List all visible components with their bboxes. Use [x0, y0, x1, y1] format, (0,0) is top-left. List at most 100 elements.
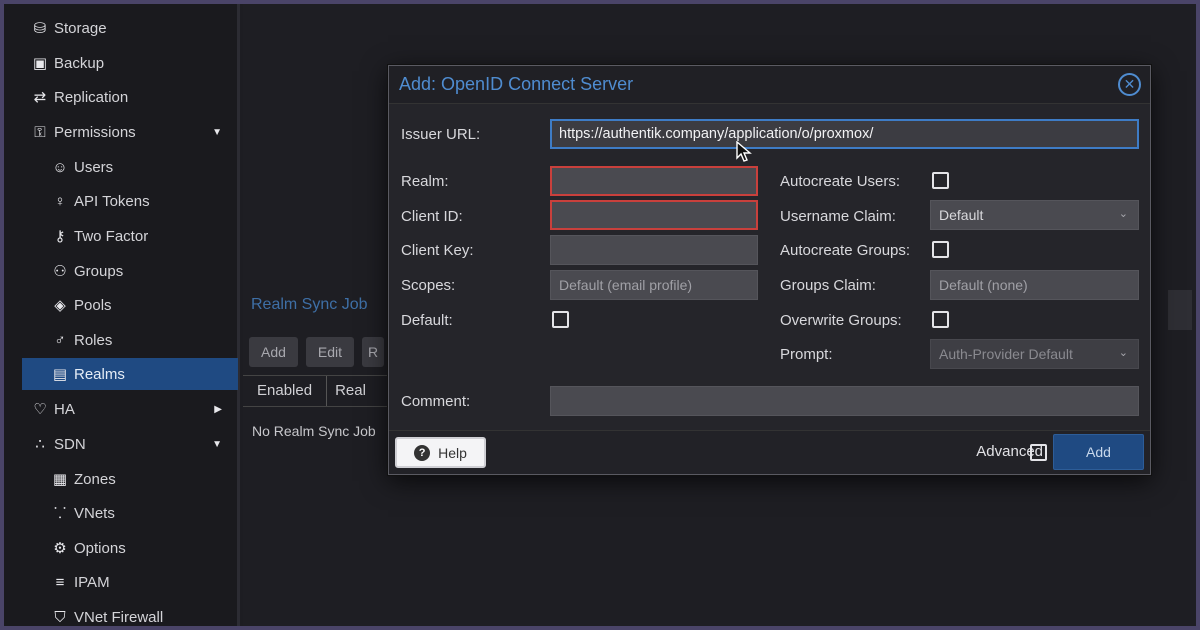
sidebar-item-label: VNet Firewall [74, 608, 164, 626]
panel-edge [1168, 290, 1192, 330]
overwrite-groups-label: Overwrite Groups: [780, 312, 902, 329]
add-button[interactable]: Add [1053, 434, 1144, 470]
sidebar-item-label: Realms [74, 365, 125, 383]
scopes-input[interactable]: Default (email profile) [550, 270, 758, 300]
column-realm[interactable]: Real [327, 376, 380, 406]
sidebar-item-pools[interactable]: ◈ Pools [4, 289, 238, 321]
autocreate-groups-checkbox[interactable] [932, 241, 949, 258]
sync-add-button[interactable]: Add [249, 337, 298, 367]
groups-claim-label: Groups Claim: [780, 277, 876, 294]
ipam-icon: ≡ [55, 573, 65, 591]
help-button[interactable]: ? Help [395, 437, 486, 468]
empty-grid-text: No Realm Sync Job [252, 423, 376, 439]
chevron-down-icon: ⌄ [1118, 347, 1128, 359]
realm-sync-grid-header: Enabled Real [243, 375, 393, 407]
chevron-down-icon: ⌄ [1118, 208, 1128, 220]
sidebar-item-realms[interactable]: ▤ Realms [22, 358, 238, 390]
sidebar-item-sdn[interactable]: ∴ SDN ▼ [4, 428, 238, 460]
sidebar: ⛁ Storage ▣ Backup ⇄ Replication ⚿ Permissio… [4, 4, 240, 626]
sidebar-item-label: Storage [54, 19, 107, 37]
sidebar-item-label: API Tokens [74, 192, 150, 210]
sidebar-item-backup[interactable]: ▣ Backup [4, 47, 238, 79]
realm-sync-toolbar: Add Edit R [249, 337, 385, 367]
username-claim-select[interactable]: Default ⌄ [930, 200, 1139, 230]
network-icon: ⸪ [53, 505, 67, 522]
unlock-icon: ⚿ [34, 123, 46, 141]
advanced-checkbox[interactable] [1030, 444, 1047, 461]
sidebar-item-ipam[interactable]: ≡ IPAM [4, 566, 238, 598]
client-id-label: Client ID: [401, 208, 463, 225]
question-icon: ? [414, 444, 431, 461]
user-outline-icon: ♀ [54, 192, 66, 210]
column-enabled[interactable]: Enabled [243, 376, 328, 406]
sidebar-item-label: Two Factor [74, 227, 149, 245]
shield-icon: ⛉ [54, 608, 66, 626]
sidebar-item-api-tokens[interactable]: ♀ API Tokens [4, 185, 238, 217]
sidebar-item-label: Pools [74, 296, 112, 314]
sidebar-item-vnet-firewall[interactable]: ⛉ VNet Firewall [4, 601, 238, 630]
username-claim-value: Default [939, 207, 984, 223]
sidebar-item-label: Users [74, 158, 114, 176]
default-checkbox[interactable] [552, 311, 569, 328]
chevron-down-icon[interactable]: ▼ [212, 127, 222, 138]
autocreate-groups-label: Autocreate Groups: [780, 242, 911, 259]
sidebar-item-label: SDN [54, 435, 86, 453]
sidebar-item-ha[interactable]: ♡ HA ▶ [4, 393, 238, 425]
floppy-icon: ▣ [32, 55, 48, 72]
refresh-icon: ⇄ [33, 89, 47, 106]
sidebar-item-label: Permissions [54, 123, 136, 141]
realm-sync-panel-title: Realm Sync Job [251, 296, 368, 313]
sidebar-item-label: IPAM [74, 573, 110, 591]
default-label: Default: [401, 312, 453, 329]
sidebar-item-users[interactable]: ☺ Users [4, 151, 238, 183]
dialog-footer: ? Help Advanced Add [389, 430, 1150, 474]
address-book-icon: ▤ [52, 366, 68, 383]
sdn-icon: ∴ [35, 436, 45, 453]
realm-input[interactable] [550, 166, 758, 196]
autocreate-users-label: Autocreate Users: [780, 173, 901, 190]
scopes-label: Scopes: [401, 277, 456, 294]
user-icon: ☺ [52, 158, 68, 176]
chevron-down-icon[interactable]: ▼ [212, 439, 222, 450]
heartbeat-icon: ♡ [33, 401, 47, 418]
sync-edit-button[interactable]: Edit [305, 337, 355, 367]
sidebar-item-permissions[interactable]: ⚿ Permissions ▼ [4, 116, 238, 148]
prompt-select[interactable]: Auth-Provider Default ⌄ [930, 339, 1139, 369]
sidebar-item-options[interactable]: ⚙ Options [4, 532, 238, 564]
add-openid-dialog: Add: OpenID Connect Server ✕ Issuer URL:… [388, 65, 1151, 475]
realm-label: Realm: [401, 173, 449, 190]
autocreate-users-checkbox[interactable] [932, 172, 949, 189]
groups-claim-input[interactable]: Default (none) [930, 270, 1139, 300]
chevron-right-icon[interactable]: ▶ [214, 404, 222, 415]
client-key-input[interactable] [550, 235, 758, 265]
sidebar-item-label: Replication [54, 88, 129, 106]
overwrite-groups-checkbox[interactable] [932, 311, 949, 328]
help-button-label: Help [438, 444, 467, 461]
client-key-label: Client Key: [401, 242, 474, 259]
database-icon: ⛁ [33, 20, 47, 37]
dialog-header: Add: OpenID Connect Server ✕ [389, 66, 1150, 104]
client-id-input[interactable] [550, 200, 758, 230]
prompt-label: Prompt: [780, 346, 833, 363]
sidebar-item-label: Backup [54, 54, 105, 72]
sidebar-item-label: HA [54, 400, 75, 418]
issuer-url-input[interactable]: https://authentik.company/application/o/… [550, 119, 1139, 149]
users-icon: ⚇ [53, 263, 67, 280]
sidebar-item-label: VNets [74, 504, 115, 522]
close-icon[interactable]: ✕ [1118, 73, 1141, 96]
sidebar-item-replication[interactable]: ⇄ Replication [4, 81, 238, 113]
issuer-url-label: Issuer URL: [401, 126, 481, 143]
comment-input[interactable] [550, 386, 1139, 416]
sync-remove-button[interactable]: R [362, 337, 385, 367]
username-claim-label: Username Claim: [780, 208, 896, 225]
sidebar-item-roles[interactable]: ♂ Roles [4, 324, 238, 356]
gear-icon: ⚙ [53, 540, 67, 557]
sidebar-item-two-factor[interactable]: ⚷ Two Factor [4, 220, 238, 252]
prompt-value: Auth-Provider Default [939, 346, 1073, 362]
sidebar-item-groups[interactable]: ⚇ Groups [4, 255, 238, 287]
sidebar-item-zones[interactable]: ▦ Zones [4, 463, 238, 495]
dialog-title: Add: OpenID Connect Server [399, 74, 634, 94]
sidebar-item-vnets[interactable]: ⸪ VNets [4, 497, 238, 529]
key-icon: ⚷ [54, 228, 66, 245]
sidebar-item-storage[interactable]: ⛁ Storage [4, 12, 238, 44]
